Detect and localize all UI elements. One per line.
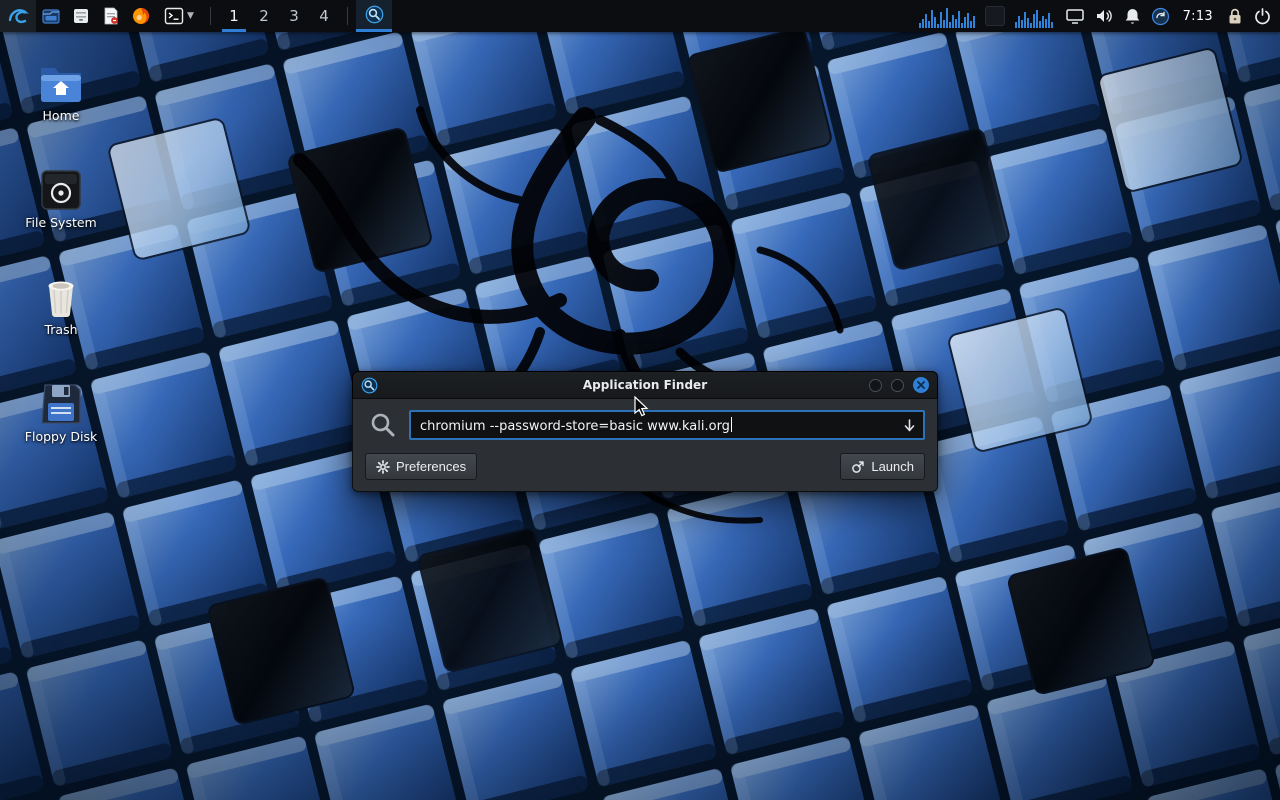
floppy-disk-icon <box>40 383 82 425</box>
kali-dragon-icon <box>7 5 29 27</box>
preferences-button[interactable]: Preferences <box>365 453 477 480</box>
desktop-icon-floppy-disk[interactable]: Floppy Disk <box>18 373 104 480</box>
terminal-icon <box>164 6 184 26</box>
cpu-graph-icon[interactable] <box>918 4 976 28</box>
file-drawer-icon <box>71 6 91 26</box>
workspace-4[interactable]: 4 <box>309 0 339 32</box>
launch-button[interactable]: Launch <box>840 453 925 480</box>
top-panel: ▼ 1 2 3 4 <box>0 0 1280 32</box>
trash-icon <box>41 276 81 318</box>
firefox-icon <box>131 6 151 26</box>
application-finder-window: Application Finder chromi <box>352 371 938 492</box>
desktop-icon-label: Floppy Disk <box>25 430 97 444</box>
applications-menu-button[interactable] <box>0 0 36 32</box>
home-folder-icon <box>38 62 84 104</box>
panel-separator <box>347 7 348 25</box>
text-caret <box>731 417 733 432</box>
updates-icon[interactable] <box>1151 7 1170 26</box>
launcher-terminal[interactable]: ▼ <box>156 0 202 32</box>
workspace-2[interactable]: 2 <box>249 0 279 32</box>
launcher-file-manager[interactable] <box>66 0 96 32</box>
desktop-screen: ▼ 1 2 3 4 <box>0 0 1280 800</box>
panel-clock[interactable]: 7:13 <box>1179 9 1217 24</box>
lock-icon[interactable] <box>1226 7 1244 26</box>
file-system-drive-icon <box>40 169 82 211</box>
application-finder-icon <box>361 377 378 394</box>
net-graph-icon[interactable] <box>1014 4 1056 28</box>
command-input-value: chromium --password-store=basic www.kali… <box>420 419 730 434</box>
desktop-icon-home[interactable]: Home <box>18 52 104 159</box>
desktop-icon-label: Trash <box>44 323 77 337</box>
minimize-button[interactable] <box>869 379 882 392</box>
folder-window-icon <box>41 6 61 26</box>
launcher-files[interactable] <box>36 0 66 32</box>
dropdown-arrow-icon[interactable] <box>902 418 917 433</box>
document-badge-icon <box>101 6 121 26</box>
gear-icon <box>376 460 390 474</box>
launcher-text-editor[interactable] <box>96 0 126 32</box>
launch-button-label: Launch <box>871 459 914 474</box>
notifications-bell-icon[interactable] <box>1123 7 1142 26</box>
launcher-firefox[interactable] <box>126 0 156 32</box>
window-body: chromium --password-store=basic www.kali… <box>352 399 938 492</box>
command-input[interactable]: chromium --password-store=basic www.kali… <box>409 410 925 440</box>
window-titlebar[interactable]: Application Finder <box>352 371 938 399</box>
workspace-3[interactable]: 3 <box>279 0 309 32</box>
search-icon <box>369 411 397 439</box>
taskbar-application-finder[interactable] <box>356 0 392 32</box>
close-icon <box>917 381 925 389</box>
desktop-icon-column: Home File System <box>18 52 104 480</box>
display-icon[interactable] <box>1065 6 1085 26</box>
chevron-down-icon[interactable]: ▼ <box>187 11 194 21</box>
desktop-icon-file-system[interactable]: File System <box>18 159 104 266</box>
application-finder-icon <box>365 5 384 24</box>
tray-box-icon[interactable] <box>985 6 1005 26</box>
system-tray: 7:13 <box>918 4 1280 28</box>
desktop-icon-label: File System <box>25 216 97 230</box>
window-title: Application Finder <box>583 378 707 392</box>
maximize-button[interactable] <box>891 379 904 392</box>
power-icon[interactable] <box>1253 7 1272 26</box>
preferences-button-label: Preferences <box>396 459 466 474</box>
desktop-icon-label: Home <box>43 109 80 123</box>
close-button[interactable] <box>913 377 929 393</box>
launch-icon <box>851 460 865 474</box>
volume-icon[interactable] <box>1094 6 1114 26</box>
panel-separator <box>210 7 211 25</box>
desktop-icon-trash[interactable]: Trash <box>18 266 104 373</box>
workspace-1[interactable]: 1 <box>219 0 249 32</box>
